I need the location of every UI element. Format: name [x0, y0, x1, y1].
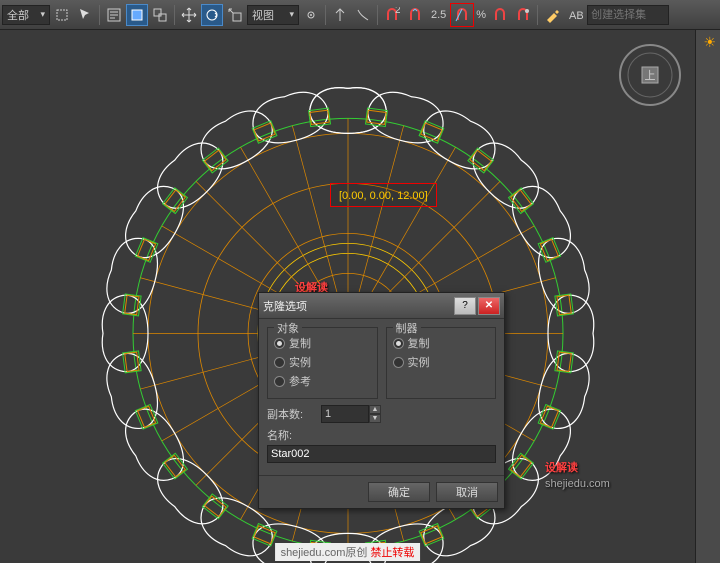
svg-text:上: 上	[645, 69, 656, 82]
grid-spacing-value: 2.5	[427, 9, 450, 21]
radio-ctrl-instance[interactable]: 实例	[393, 354, 490, 370]
svg-text:2: 2	[395, 7, 400, 16]
ref-coord-dropdown[interactable]: 视图 ▾	[247, 5, 299, 25]
cancel-button[interactable]: 取消	[436, 482, 498, 502]
keyboard-shortcut-button[interactable]	[352, 4, 374, 26]
name-input[interactable]	[267, 445, 496, 463]
named-selection-input[interactable]	[587, 5, 669, 25]
radio-instance[interactable]: 实例	[274, 354, 371, 370]
spinner-snap-button[interactable]	[512, 4, 534, 26]
chevron-down-icon: ▾	[40, 9, 45, 20]
named-selection-abc-button[interactable]: ABC	[564, 4, 586, 26]
transform-readout: [0.00, 0.00, 12.00]	[330, 183, 437, 207]
ref-coord-label: 视图	[252, 7, 274, 23]
chevron-down-icon: ▾	[289, 9, 294, 20]
name-label: 名称:	[267, 427, 496, 443]
percent-snap-button[interactable]	[489, 4, 511, 26]
separator	[99, 5, 100, 25]
clone-options-dialog: 克隆选项 ? ✕ 对象 复制 实例 参考 制器 复制 实例 副本数:	[258, 292, 505, 509]
select-arrow-button[interactable]	[74, 4, 96, 26]
snap-2d-button[interactable]: 2	[381, 4, 403, 26]
dialog-title: 克隆选项	[263, 298, 452, 314]
controller-group: 制器 复制 实例	[386, 327, 497, 399]
copies-label: 副本数:	[267, 406, 315, 422]
window-crossing-button[interactable]	[149, 4, 171, 26]
snap-move-button[interactable]	[404, 4, 426, 26]
select-object-button[interactable]	[51, 4, 73, 26]
angle-snap-button[interactable]	[451, 4, 473, 26]
object-group-label: 对象	[274, 320, 302, 336]
selection-filter-dropdown[interactable]: 全部 ▾	[2, 5, 50, 25]
dialog-body: 对象 复制 实例 参考 制器 复制 实例 副本数: ▲▼ 名	[259, 319, 504, 475]
copies-input[interactable]	[321, 405, 369, 423]
separator	[174, 5, 175, 25]
radio-dot-icon	[393, 357, 404, 368]
radio-reference[interactable]: 参考	[274, 373, 371, 389]
selection-filter-label: 全部	[7, 7, 29, 23]
dialog-titlebar[interactable]: 克隆选项 ? ✕	[259, 293, 504, 319]
selection-region-button[interactable]	[126, 4, 148, 26]
svg-text:ABC: ABC	[569, 10, 583, 22]
viewcube[interactable]: 上	[615, 40, 685, 110]
separator	[377, 5, 378, 25]
separator	[325, 5, 326, 25]
radio-dot-icon	[393, 338, 404, 349]
rotate-button[interactable]	[201, 4, 223, 26]
radio-dot-icon	[274, 338, 285, 349]
scale-button[interactable]	[224, 4, 246, 26]
percent-label: %	[474, 9, 488, 21]
viewport[interactable]: [0.00, 0.00, 12.00] 上 设解读shejiedu.com 设解…	[0, 30, 695, 563]
spinner-down-icon[interactable]: ▼	[369, 414, 381, 423]
move-button[interactable]	[178, 4, 200, 26]
close-button[interactable]: ✕	[478, 297, 500, 315]
controller-group-label: 制器	[393, 320, 421, 336]
edit-named-selection-button[interactable]	[541, 4, 563, 26]
watermark-bottom: shejiedu.com原创 禁止转载	[275, 543, 421, 561]
pivot-button[interactable]	[300, 4, 322, 26]
radio-dot-icon	[274, 357, 285, 368]
radio-copy[interactable]: 复制	[274, 335, 371, 351]
main-toolbar: 全部 ▾ 视图 ▾ 2 2.5 % ABC	[0, 0, 720, 30]
select-by-name-button[interactable]	[103, 4, 125, 26]
radio-ctrl-copy[interactable]: 复制	[393, 335, 490, 351]
separator	[537, 5, 538, 25]
copies-spinner[interactable]: ▲▼	[321, 405, 381, 423]
spinner-up-icon[interactable]: ▲	[369, 405, 381, 414]
command-panel[interactable]: ☀	[695, 30, 720, 563]
ok-button[interactable]: 确定	[368, 482, 430, 502]
help-button[interactable]: ?	[454, 297, 476, 315]
manipulate-button[interactable]	[329, 4, 351, 26]
sun-icon: ☀	[703, 34, 716, 51]
radio-dot-icon	[274, 376, 285, 387]
object-group: 对象 复制 实例 参考	[267, 327, 378, 399]
